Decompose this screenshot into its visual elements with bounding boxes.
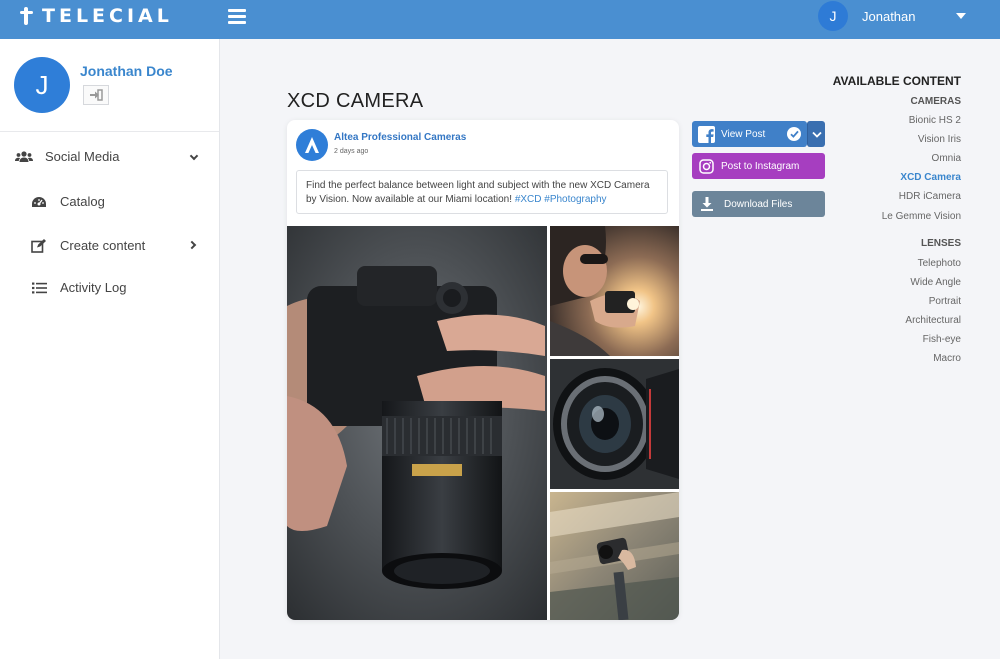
view-post-dropdown-button[interactable]	[807, 121, 825, 147]
content-item-portrait[interactable]: Portrait	[929, 296, 961, 307]
content-item-le-gemme-vision[interactable]: Le Gemme Vision	[882, 211, 961, 222]
cameras-heading: CAMERAS	[910, 96, 961, 107]
photographer-sunlight-photo[interactable]	[550, 226, 679, 356]
camera-motion-photo[interactable]	[550, 492, 679, 620]
lens-closeup-photo[interactable]	[550, 359, 679, 489]
post-to-instagram-label: Post to Instagram	[721, 160, 800, 172]
post-hashtags[interactable]: #XCD #Photography	[515, 194, 607, 205]
users-icon	[15, 150, 33, 164]
content-item-omnia[interactable]: Omnia	[932, 153, 961, 164]
user-avatar: J	[818, 1, 848, 31]
list-icon	[30, 281, 48, 295]
view-post-label: View Post	[721, 128, 766, 140]
download-icon	[701, 197, 713, 211]
camera-hands-photo[interactable]	[287, 226, 547, 620]
post-text: Find the perfect balance between light a…	[296, 170, 668, 214]
download-files-button[interactable]: Download Files	[692, 191, 825, 217]
content-item-macro[interactable]: Macro	[933, 353, 961, 364]
content-item-xcd-camera[interactable]: XCD Camera	[900, 172, 961, 183]
download-files-label: Download Files	[724, 198, 793, 210]
sidebar-divider	[0, 131, 219, 132]
check-circle-icon	[787, 127, 801, 141]
view-post-button[interactable]: View Post	[692, 121, 807, 147]
content-item-hdr-icamera[interactable]: HDR iCamera	[899, 191, 961, 202]
logout-button[interactable]	[83, 85, 109, 105]
menu-toggle-button[interactable]	[228, 9, 246, 25]
sidebar-item-label: Activity Log	[60, 280, 127, 295]
content-item-bionic-hs-2[interactable]: Bionic HS 2	[909, 115, 961, 126]
chevron-right-icon[interactable]	[187, 240, 197, 250]
page-avatar	[296, 129, 328, 161]
instagram-icon	[699, 158, 714, 174]
post-to-instagram-button[interactable]: Post to Instagram	[692, 153, 825, 179]
user-name: Jonathan	[862, 8, 916, 24]
profile-name[interactable]: Jonathan Doe	[80, 63, 173, 79]
sidebar-item-social-media[interactable]: Social Media	[15, 149, 119, 164]
page-title: XCD CAMERA	[287, 90, 424, 112]
lenses-heading: LENSES	[920, 238, 961, 249]
sidebar-item-label: Create content	[60, 238, 146, 253]
chevron-down-icon[interactable]	[189, 151, 199, 161]
sidebar-item-label: Social Media	[45, 149, 120, 164]
post-timestamp: 2 days ago	[334, 148, 369, 155]
telecial-logo-icon	[20, 5, 34, 27]
user-menu[interactable]: J Jonathan	[818, 0, 966, 32]
brand-name: TELECIAL	[42, 5, 173, 27]
hamburger-icon	[228, 9, 246, 12]
caret-down-icon	[956, 13, 966, 19]
brand-logo[interactable]: TELECIAL	[20, 4, 173, 28]
post-preview-card: Altea Professional Cameras 2 days ago Fi…	[287, 120, 679, 620]
sidebar-item-label: Catalog	[60, 194, 105, 209]
sidebar: J Jonathan Doe Social Media Catalog Crea…	[0, 39, 220, 659]
altea-logo-icon	[305, 137, 319, 153]
sign-in-icon	[90, 89, 103, 101]
content-item-fish-eye[interactable]: Fish-eye	[923, 334, 961, 345]
profile-avatar: J	[14, 57, 70, 113]
dashboard-icon	[30, 195, 48, 209]
chevron-down-icon	[811, 131, 822, 138]
post-page-name[interactable]: Altea Professional Cameras	[334, 132, 466, 143]
content-item-architectural[interactable]: Architectural	[905, 315, 961, 326]
sidebar-item-catalog[interactable]: Catalog	[30, 194, 105, 209]
facebook-icon	[698, 125, 715, 143]
available-content-heading: AVAILABLE CONTENT	[832, 74, 961, 88]
content-item-telephoto[interactable]: Telephoto	[918, 258, 961, 269]
content-item-vision-iris[interactable]: Vision Iris	[918, 134, 961, 145]
sidebar-item-activity-log[interactable]: Activity Log	[30, 280, 126, 295]
edit-icon	[30, 238, 48, 253]
sidebar-item-create-content[interactable]: Create content	[30, 238, 145, 253]
top-bar: TELECIAL J Jonathan	[0, 0, 1000, 39]
content-item-wide-angle[interactable]: Wide Angle	[910, 277, 961, 288]
